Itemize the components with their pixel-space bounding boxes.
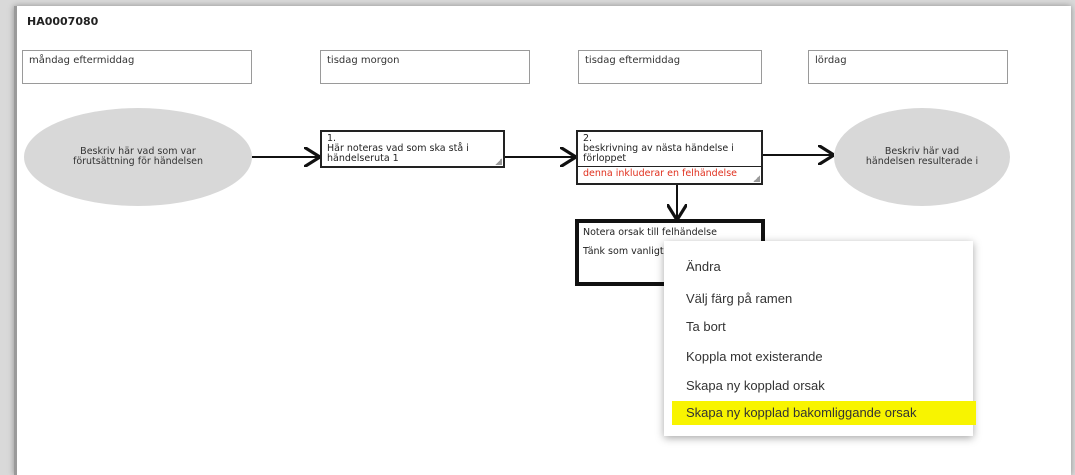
end-ellipse[interactable]: Beskriv här vad händelsen resulterade i (834, 108, 1010, 206)
menu-item-edit[interactable]: Ändra (678, 255, 729, 279)
event1-text: Här noteras vad som ska stå i händelseru… (327, 143, 469, 164)
menu-item-link-existing[interactable]: Koppla mot existerande (678, 345, 831, 369)
start-ellipse[interactable]: Beskriv här vad som var förutsättning fö… (24, 108, 252, 206)
start-ellipse-text: Beskriv här vad som var förutsättning fö… (72, 146, 204, 167)
menu-item-new-linked-cause[interactable]: Skapa ny kopplad orsak (678, 374, 833, 398)
menu-item-new-underlying-cause[interactable]: Skapa ny kopplad bakomliggande orsak (672, 401, 976, 425)
end-ellipse-text: Beskriv här vad händelsen resulterade i (865, 146, 979, 167)
context-menu: Ändra Välj färg på ramen Ta bort Koppla … (664, 241, 976, 436)
event-box-1[interactable]: 1. Här noteras vad som ska stå i händels… (320, 130, 505, 168)
cause-title: Notera orsak till felhändelse (583, 227, 717, 238)
event-box-2[interactable]: 2. beskrivning av nästa händelse i förlo… (576, 130, 763, 185)
menu-item-delete[interactable]: Ta bort (678, 315, 734, 339)
menu-item-frame-color[interactable]: Välj färg på ramen (678, 287, 800, 311)
resize-handle-icon[interactable] (495, 158, 502, 165)
event2-faulty-note: denna inkluderar en felhändelse (583, 168, 737, 179)
event2-text: beskrivning av nästa händelse i förloppe… (583, 143, 734, 164)
resize-handle-icon[interactable] (753, 175, 760, 182)
